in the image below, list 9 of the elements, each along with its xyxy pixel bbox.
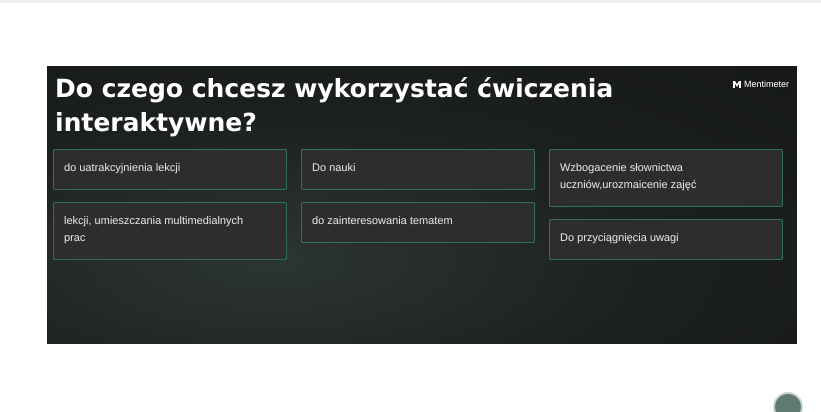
response-card: Do nauki bbox=[301, 149, 535, 190]
brand-name: Mentimeter bbox=[744, 79, 789, 89]
response-card: lekcji, umieszczania multimedialnych prac bbox=[53, 202, 287, 260]
response-card: Do przyciągnięcia uwagi bbox=[549, 219, 783, 260]
slide-title: Do czego chcesz wykorzystać ćwiczenia interaktywne? bbox=[55, 73, 614, 139]
response-card: do zainteresowania tematem bbox=[301, 202, 535, 243]
response-card: do uatrakcyjnienia lekcji bbox=[53, 149, 287, 190]
response-card: Wzbogacenie słownictwa uczniów,urozmaicenie zajęć bbox=[549, 149, 783, 207]
logo-icon bbox=[732, 80, 741, 88]
